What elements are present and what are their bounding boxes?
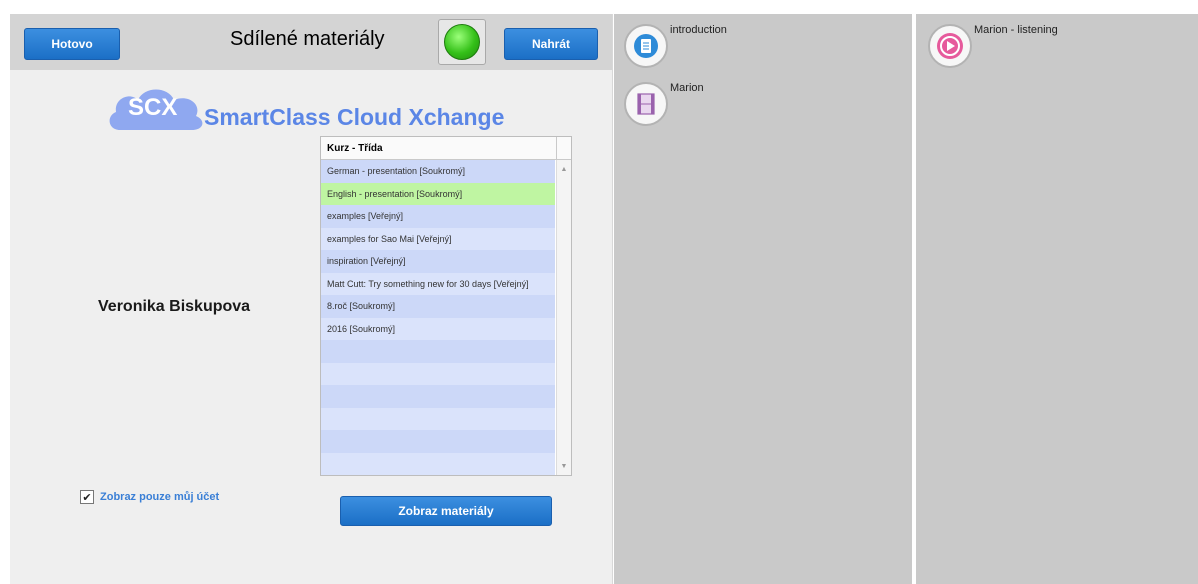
done-button[interactable]: Hotovo [24, 28, 120, 60]
empty-row [321, 340, 555, 363]
file-item-marion-listening[interactable]: Marion - listening [928, 24, 1068, 70]
empty-row [321, 407, 555, 430]
header-divider [556, 137, 557, 159]
my-account-checkbox[interactable]: ✔ [80, 490, 94, 504]
course-row[interactable]: English - presentation [Soukromý] [321, 182, 555, 205]
my-account-filter[interactable]: ✔ Zobraz pouze můj účet [80, 490, 219, 504]
scroll-down-arrow-icon[interactable]: ▼ [557, 459, 571, 473]
course-row[interactable]: examples for Sao Mai [Veřejný] [321, 227, 555, 250]
course-list-header-label: Kurz - Třída [327, 142, 383, 154]
course-row[interactable]: inspiration [Veřejný] [321, 250, 555, 273]
my-account-checkbox-label[interactable]: Zobraz pouze můj účet [100, 491, 219, 503]
materials-panel: introduction Marion [614, 14, 912, 584]
toolbar: Hotovo Sdílené materiály Nahrát [10, 14, 612, 70]
page-title: Sdílené materiály [230, 28, 385, 50]
course-list[interactable]: Kurz - Třída German - presentation [Souk… [320, 136, 572, 476]
file-label: Marion [670, 82, 704, 94]
document-icon [624, 24, 668, 68]
logo-name: SmartClass Cloud Xchange [204, 104, 505, 130]
status-indicator-icon [444, 24, 480, 60]
show-materials-button[interactable]: Zobraz materiály [340, 496, 552, 526]
file-item-marion[interactable]: Marion [624, 82, 764, 128]
empty-row [321, 385, 555, 408]
video-film-icon [624, 82, 668, 126]
file-label: introduction [670, 24, 727, 36]
course-row[interactable]: German - presentation [Soukromý] [321, 160, 555, 183]
course-row[interactable]: Matt Cutt: Try something new for 30 days… [321, 272, 555, 295]
logo-short: SCX [128, 94, 178, 121]
empty-row [321, 452, 555, 475]
file-item-introduction[interactable]: introduction [624, 24, 764, 70]
user-name: Veronika Biskupova [98, 298, 251, 315]
upload-button[interactable]: Nahrát [504, 28, 598, 60]
file-label: Marion - listening [974, 24, 1058, 36]
course-list-body: German - presentation [Soukromý] English … [321, 160, 555, 475]
list-scrollbar[interactable]: ▲ ▼ [556, 160, 571, 475]
audio-panel: Marion - listening [916, 14, 1198, 584]
status-button[interactable] [438, 19, 486, 65]
play-audio-icon [928, 24, 972, 68]
course-row[interactable]: 2016 [Soukromý] [321, 317, 555, 340]
course-row[interactable]: examples [Veřejný] [321, 205, 555, 228]
scx-logo: SCX SmartClass Cloud Xchange [106, 84, 546, 144]
scroll-up-arrow-icon[interactable]: ▲ [557, 162, 571, 176]
empty-row [321, 362, 555, 385]
course-panel: Hotovo Sdílené materiály Nahrát SCX Smar… [10, 14, 613, 584]
course-list-header[interactable]: Kurz - Třída [321, 137, 571, 160]
empty-row [321, 430, 555, 453]
course-row[interactable]: 8.roč [Soukromý] [321, 295, 555, 318]
